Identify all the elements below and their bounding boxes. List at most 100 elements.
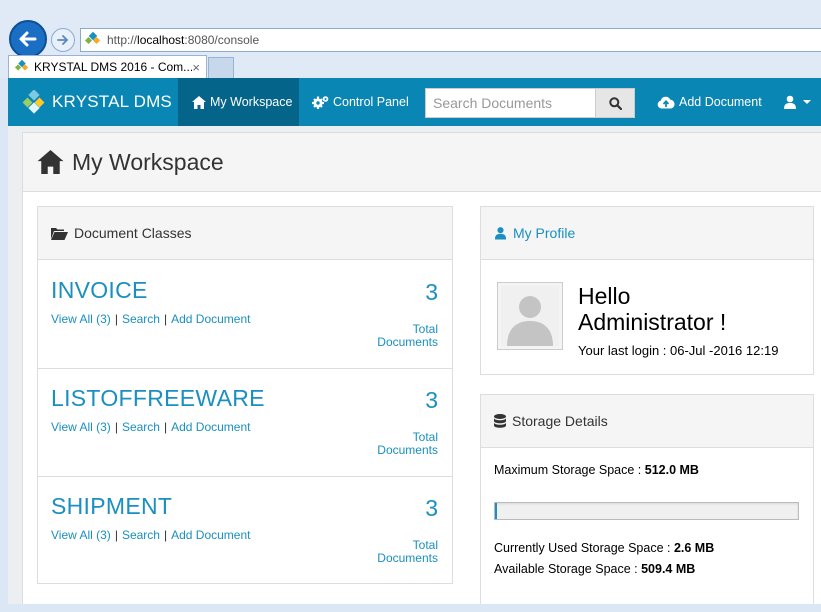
user-icon bbox=[784, 95, 796, 109]
greeting-line-2: Administrator ! bbox=[578, 309, 727, 335]
link-separator: | bbox=[114, 312, 118, 326]
app-navbar: KRYSTAL DMS My Workspace Control Panel S… bbox=[8, 78, 821, 126]
link-separator: | bbox=[163, 312, 168, 326]
nav-add-document[interactable]: Add Document bbox=[657, 78, 762, 126]
document-class-links: View All (3) | Search | Add Document bbox=[51, 420, 250, 434]
total-line-2: Documents bbox=[377, 335, 438, 349]
document-classes-heading: Document Classes bbox=[38, 207, 452, 260]
document-class-name[interactable]: SHIPMENT bbox=[51, 493, 172, 520]
storage-details-panel: Storage Details Maximum Storage Space : … bbox=[480, 394, 814, 606]
browser-chrome: http://localhost:8080/console KRYSTAL DM… bbox=[0, 0, 821, 78]
cloud-upload-icon bbox=[657, 96, 675, 108]
page-body: My Workspace Document Classes INVOICE Vi… bbox=[8, 126, 821, 606]
document-count: 3 bbox=[425, 279, 438, 305]
max-storage-label: Maximum Storage Space : bbox=[494, 463, 645, 477]
total-line-2: Documents bbox=[377, 443, 438, 457]
default-avatar-icon bbox=[501, 286, 559, 346]
total-documents-label: Total Documents bbox=[377, 431, 438, 457]
link-separator: | bbox=[163, 420, 168, 434]
search-link[interactable]: Search bbox=[122, 312, 160, 326]
total-documents-label: Total Documents bbox=[377, 539, 438, 565]
add-document-link[interactable]: Add Document bbox=[171, 312, 250, 326]
document-count: 3 bbox=[425, 495, 438, 521]
nav-my-workspace[interactable]: My Workspace bbox=[178, 78, 299, 126]
window-bottom-edge bbox=[0, 604, 821, 612]
available-storage-label: Available Storage Space : bbox=[494, 562, 642, 576]
my-profile-panel: My Profile Hello Administrator ! Your la… bbox=[480, 206, 814, 375]
forward-button[interactable] bbox=[51, 28, 75, 52]
krystal-logo-icon bbox=[22, 90, 45, 114]
brand-logo[interactable]: KRYSTAL DMS bbox=[22, 78, 172, 126]
user-menu-dropdown[interactable] bbox=[783, 78, 815, 126]
link-separator: | bbox=[163, 528, 168, 542]
nav-control-panel[interactable]: Control Panel bbox=[312, 78, 409, 126]
add-document-link[interactable]: Add Document bbox=[171, 528, 250, 542]
home-icon bbox=[37, 150, 64, 174]
view-all-link[interactable]: View All (3) bbox=[51, 312, 111, 326]
search-icon bbox=[608, 96, 622, 110]
available-storage-value: 509.4 MB bbox=[641, 562, 696, 576]
url-host: localhost bbox=[137, 33, 185, 47]
last-login-text: Your last login : 06-Jul -2016 12:19 bbox=[578, 343, 779, 358]
search-form bbox=[425, 88, 635, 118]
link-separator: | bbox=[114, 420, 118, 434]
total-line-2: Documents bbox=[377, 551, 438, 565]
storage-details-heading: Storage Details bbox=[481, 395, 813, 448]
available-storage-text: Available Storage Space : 509.4 MB bbox=[494, 562, 695, 576]
workspace-content: Document Classes INVOICE View All (3) | Se… bbox=[22, 192, 821, 606]
document-class-name[interactable]: LISTOFFREEWARE bbox=[51, 385, 265, 412]
add-document-link[interactable]: Add Document bbox=[171, 420, 250, 434]
arrow-right-icon bbox=[57, 35, 69, 45]
home-icon bbox=[192, 95, 206, 109]
storage-progress-fill bbox=[495, 503, 497, 519]
page-title-text: My Workspace bbox=[72, 148, 224, 175]
document-class-row: SHIPMENT View All (3) | Search | Add Documen… bbox=[38, 477, 452, 585]
caret-down-icon bbox=[803, 100, 811, 104]
brand-name: KRYSTAL DMS bbox=[52, 92, 172, 111]
used-storage-value: 2.6 MB bbox=[673, 541, 715, 555]
site-favicon-icon bbox=[85, 32, 101, 45]
folder-open-icon bbox=[51, 227, 68, 240]
document-class-name[interactable]: INVOICE bbox=[51, 277, 148, 304]
my-profile-heading: My Profile bbox=[481, 207, 813, 260]
storage-details-title: Storage Details bbox=[512, 413, 608, 429]
document-classes-panel: Document Classes INVOICE View All (3) | Se… bbox=[37, 206, 453, 584]
document-class-links: View All (3) | Search | Add Document bbox=[51, 528, 250, 542]
document-classes-title: Document Classes bbox=[74, 225, 192, 241]
max-storage-value: 512.0 MB bbox=[644, 463, 699, 477]
nav-control-panel-label: Control Panel bbox=[333, 95, 409, 109]
view-all-link[interactable]: View All (3) bbox=[51, 528, 111, 542]
gears-icon bbox=[312, 96, 329, 109]
nav-add-document-label: Add Document bbox=[679, 95, 762, 109]
url-rest: :8080/console bbox=[184, 33, 260, 47]
search-link[interactable]: Search bbox=[122, 420, 160, 434]
tab-favicon-icon bbox=[15, 60, 29, 71]
url-prefix: http:// bbox=[107, 33, 138, 47]
link-separator: | bbox=[114, 528, 118, 542]
browser-tab[interactable]: KRYSTAL DMS 2016 - Com... × bbox=[8, 55, 207, 78]
user-icon bbox=[494, 227, 507, 240]
document-class-row: LISTOFFREEWARE View All (3) | Search | Add D… bbox=[38, 369, 452, 477]
view-all-link[interactable]: View All (3) bbox=[51, 420, 111, 434]
arrow-left-icon bbox=[19, 31, 37, 47]
nav-my-workspace-label: My Workspace bbox=[210, 95, 293, 109]
tab-title: KRYSTAL DMS 2016 - Com... bbox=[34, 60, 193, 74]
new-tab-button[interactable] bbox=[208, 57, 234, 78]
document-count: 3 bbox=[425, 387, 438, 413]
storage-progress-bar bbox=[494, 502, 799, 520]
address-bar[interactable]: http://localhost:8080/console bbox=[80, 28, 821, 52]
back-button[interactable] bbox=[9, 20, 47, 58]
document-class-links: View All (3) | Search | Add Document bbox=[51, 312, 250, 326]
used-storage-text: Currently Used Storage Space : 2.6 MB bbox=[494, 541, 714, 555]
avatar bbox=[497, 282, 563, 350]
used-storage-label: Currently Used Storage Space : bbox=[494, 541, 674, 555]
search-button[interactable] bbox=[595, 88, 635, 118]
greeting: Hello Administrator ! bbox=[578, 283, 726, 335]
search-input[interactable] bbox=[425, 88, 595, 118]
greeting-line-1: Hello bbox=[578, 283, 631, 309]
total-documents-label: Total Documents bbox=[377, 323, 438, 349]
max-storage-text: Maximum Storage Space : 512.0 MB bbox=[494, 463, 699, 477]
my-profile-link[interactable]: My Profile bbox=[513, 225, 575, 241]
tab-close-icon[interactable]: × bbox=[192, 60, 200, 75]
search-link[interactable]: Search bbox=[122, 528, 160, 542]
